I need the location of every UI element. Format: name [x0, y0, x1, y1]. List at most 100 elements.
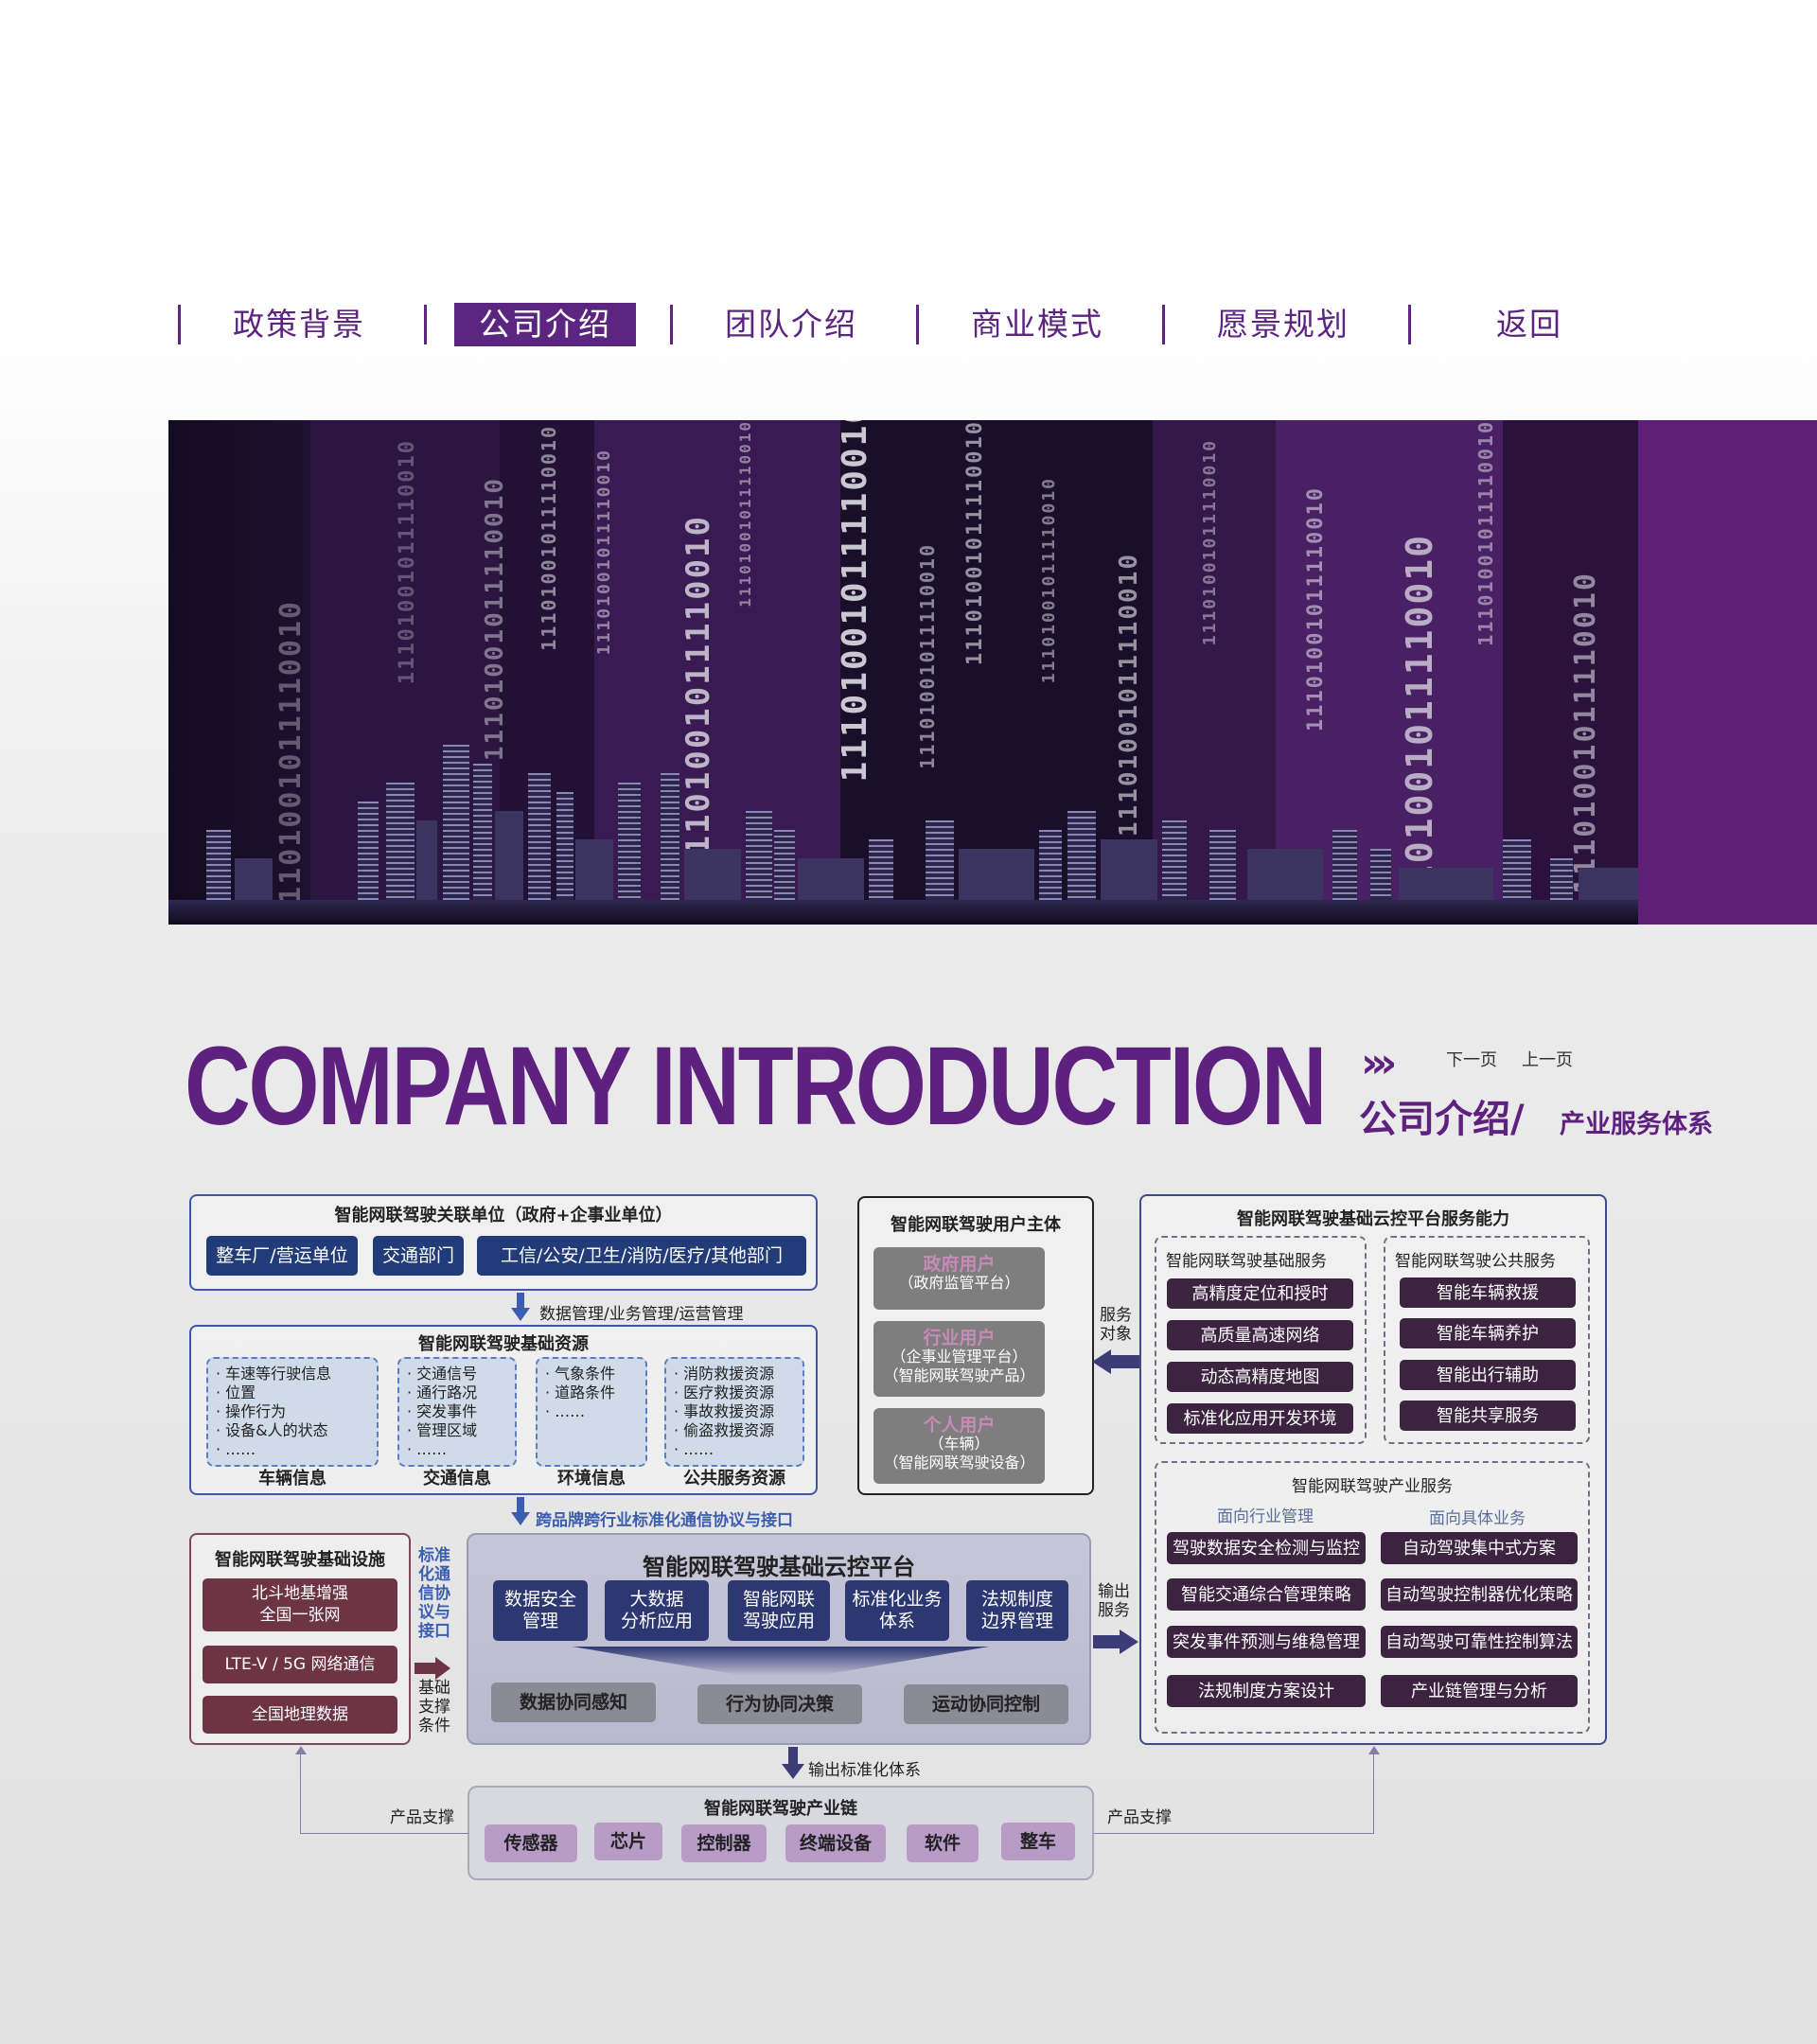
- group-title: 智能网联驾驶基础服务: [1166, 1252, 1327, 1271]
- infra-item: 北斗地基增强 全国一张网: [203, 1578, 397, 1631]
- platform-capability: 运动协同控制: [904, 1684, 1068, 1724]
- resource-caption: 车辆信息: [258, 1469, 326, 1489]
- service-item: 突发事件预测与维稳管理: [1167, 1626, 1366, 1658]
- service-item: 法规制度方案设计: [1167, 1675, 1366, 1707]
- resources-panel: 智能网联驾驶基础资源 · 车速等行驶信息 · 位置 · 操作行为 · 设备&人的…: [189, 1325, 818, 1495]
- arrow-left-icon: [1092, 1349, 1111, 1374]
- list-item: · 事故救援资源: [674, 1402, 775, 1420]
- platform-capability: 行为协同决策: [697, 1684, 862, 1724]
- unit-button: 交通部门: [373, 1236, 464, 1276]
- resource-list: · 气象条件 · 道路条件 · ……: [545, 1365, 615, 1421]
- personal-user-box: 个人用户 （车辆） （智能网联驾驶设备）: [873, 1408, 1045, 1484]
- traffic-info-box: · 交通信号 · 通行路况 · 突发事件 · 管理区域 · …… 交通信息: [397, 1357, 517, 1489]
- resource-caption: 交通信息: [423, 1469, 491, 1489]
- chain-item: 控制器: [681, 1824, 767, 1862]
- industry-user-box: 行业用户 （企事业管理平台） （智能网联驾驶产品）: [873, 1321, 1045, 1397]
- gov-user-box: 政府用户 （政府监管平台）: [873, 1247, 1045, 1310]
- list-item: · 操作行为: [216, 1402, 287, 1420]
- service-item: 驾驶数据安全检测与监控: [1167, 1532, 1366, 1564]
- environment-info-box: · 气象条件 · 道路条件 · …… 环境信息: [536, 1357, 647, 1489]
- service-item: 自动驾驶控制器优化策略: [1381, 1578, 1578, 1611]
- arrow-right-icon: [1120, 1630, 1138, 1654]
- service-item: 智能共享服务: [1400, 1401, 1576, 1431]
- panel-title: 智能网联驾驶关联单位（政府+企事业单位）: [334, 1206, 673, 1225]
- column-title: 面向具体业务: [1429, 1509, 1526, 1528]
- list-item: · 管理区域: [407, 1421, 478, 1439]
- service-item: 高质量高速网络: [1167, 1320, 1353, 1350]
- platform-capability: 数据协同感知: [491, 1683, 656, 1722]
- list-item: · 位置: [216, 1383, 256, 1401]
- connector-line: [1373, 1753, 1374, 1834]
- service-item: 智能交通综合管理策略: [1167, 1578, 1366, 1611]
- panel-title: 智能网联驾驶产业链: [704, 1799, 857, 1819]
- service-item: 自动驾驶集中式方案: [1381, 1532, 1578, 1564]
- user-desc: （智能网联驾驶设备）: [883, 1454, 1035, 1471]
- user-type: 行业用户: [923, 1328, 996, 1348]
- infra-item: 全国地理数据: [203, 1696, 397, 1734]
- arrow-up-icon: [1368, 1746, 1380, 1754]
- list-item: · ……: [216, 1440, 256, 1458]
- user-desc: （车辆）: [928, 1435, 990, 1453]
- panel-title: 智能网联驾驶用户主体: [891, 1215, 1061, 1235]
- output-std-label: 输出标准化体系: [808, 1761, 921, 1780]
- service-item: 自动驾驶可靠性控制算法: [1381, 1626, 1578, 1658]
- resource-list: · 消防救援资源 · 医疗救援资源 · 事故救援资源 · 偷盗救援资源 · ……: [674, 1365, 774, 1459]
- support-label: 基础 支撑 条件: [418, 1679, 450, 1736]
- connector-line: [300, 1833, 468, 1834]
- platform-module: 大数据 分析应用: [605, 1580, 709, 1641]
- arrow-down-icon: [782, 1764, 804, 1779]
- arrow-shaft: [1109, 1355, 1141, 1368]
- service-item: 产业链管理与分析: [1381, 1675, 1578, 1707]
- flow-label: 数据管理/业务管理/运营管理: [539, 1305, 744, 1324]
- service-target-label: 服务 对象: [1100, 1306, 1132, 1344]
- user-type: 政府用户: [923, 1254, 996, 1275]
- column-title: 面向行业管理: [1217, 1507, 1314, 1526]
- unit-button: 整车厂/营运单位: [206, 1236, 358, 1276]
- resource-list: · 交通信号 · 通行路况 · 突发事件 · 管理区域 · ……: [407, 1365, 477, 1459]
- list-item: · 设备&人的状态: [216, 1421, 328, 1439]
- platform-title: 智能网联驾驶基础云控平台: [643, 1554, 915, 1580]
- unit-button: 工信/公安/卫生/消防/医疗/其他部门: [477, 1236, 806, 1276]
- list-item: · 通行路况: [407, 1383, 478, 1401]
- list-item: · 气象条件: [545, 1365, 616, 1383]
- service-item: 智能车辆养护: [1400, 1318, 1576, 1348]
- connector-line: [300, 1753, 301, 1834]
- arrow-down-icon: [511, 1308, 530, 1321]
- service-item: 智能车辆救援: [1400, 1278, 1576, 1308]
- vehicle-info-box: · 车速等行驶信息 · 位置 · 操作行为 · 设备&人的状态 · …… 车辆信…: [206, 1357, 379, 1489]
- list-item: · 偷盗救援资源: [674, 1421, 775, 1439]
- chain-item: 终端设备: [785, 1824, 886, 1862]
- connector-line: [1094, 1833, 1374, 1834]
- platform-module: 智能网联 驾驶应用: [728, 1580, 830, 1641]
- service-diagram: 智能网联驾驶关联单位（政府+企事业单位） 整车厂/营运单位 交通部门 工信/公安…: [0, 0, 1817, 2044]
- flow-label: 跨品牌跨行业标准化通信协议与接口: [536, 1511, 793, 1530]
- group-title: 智能网联驾驶公共服务: [1395, 1252, 1556, 1271]
- list-item: · ……: [674, 1440, 714, 1458]
- user-type: 个人用户: [923, 1415, 996, 1436]
- panel-title: 智能网联驾驶基础设施: [215, 1550, 385, 1570]
- arrow-shaft: [788, 1747, 798, 1766]
- user-desc: （政府监管平台）: [898, 1274, 1020, 1292]
- platform-module: 法规制度 边界管理: [966, 1580, 1068, 1641]
- list-item: · ……: [407, 1440, 448, 1458]
- service-item: 智能出行辅助: [1400, 1360, 1576, 1390]
- output-service-label: 输出 服务: [1098, 1582, 1130, 1620]
- group-title: 智能网联驾驶产业服务: [1292, 1477, 1453, 1496]
- list-item: · ……: [545, 1402, 586, 1420]
- service-item: 高精度定位和授时: [1167, 1278, 1353, 1309]
- arrow-right-icon: [435, 1657, 450, 1680]
- chain-item: 软件: [907, 1824, 979, 1862]
- resource-list: · 车速等行驶信息 · 位置 · 操作行为 · 设备&人的状态 · ……: [216, 1365, 331, 1459]
- list-item: · 突发事件: [407, 1402, 478, 1420]
- panel-title: 智能网联驾驶基础资源: [418, 1334, 589, 1354]
- protocol-label: 标准 化通 信协 议与 接口: [418, 1546, 450, 1641]
- arrow-shaft: [1093, 1635, 1121, 1648]
- platform-module: 数据安全 管理: [493, 1580, 588, 1641]
- list-item: · 车速等行驶信息: [216, 1365, 332, 1383]
- arrow-shaft: [415, 1663, 437, 1674]
- product-support-label: 产品支撑: [390, 1808, 454, 1827]
- user-desc: （企事业管理平台）: [891, 1348, 1028, 1366]
- public-resource-box: · 消防救援资源 · 医疗救援资源 · 事故救援资源 · 偷盗救援资源 · ………: [664, 1357, 804, 1489]
- chain-item: 整车: [1001, 1823, 1075, 1860]
- funnel-shape: [573, 1647, 989, 1675]
